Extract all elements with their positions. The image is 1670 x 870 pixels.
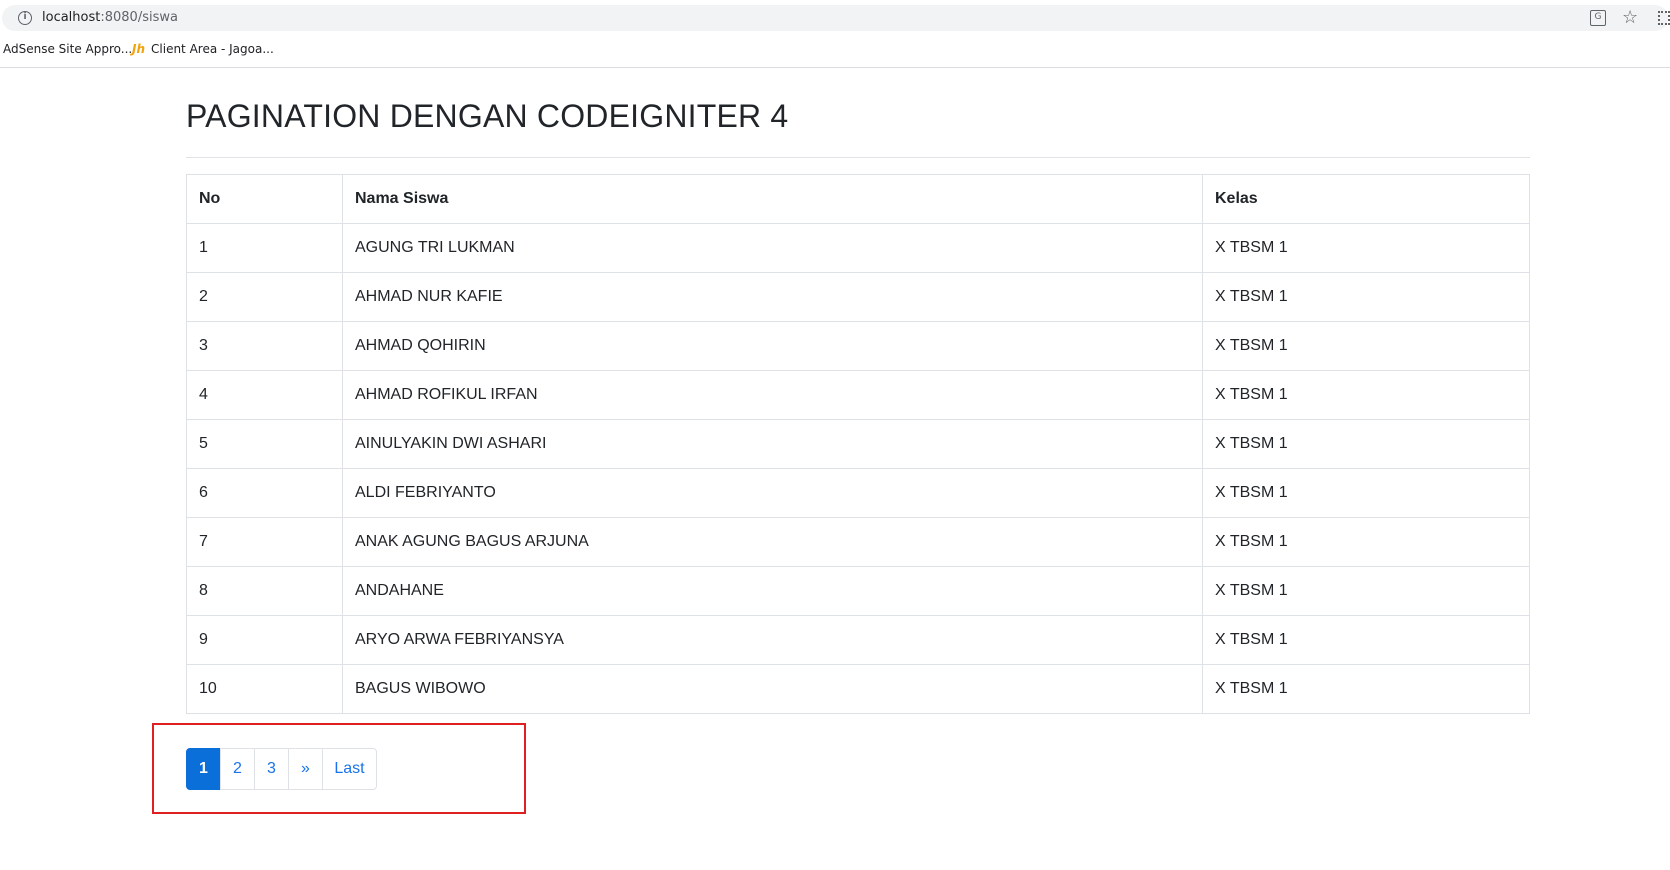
header-nama-siswa: Nama Siswa	[342, 174, 1203, 224]
cell-no: 1	[186, 223, 343, 273]
next-page-link[interactable]: »	[288, 748, 323, 790]
cell-nama-siswa: AHMAD NUR KAFIE	[342, 272, 1203, 322]
bookmark-label: AdSense Site Appro...	[3, 42, 133, 56]
jagoan-hosting-icon: Jh	[132, 42, 146, 56]
table-row: 10 BAGUS WIBOWO X TBSM 1	[186, 664, 1530, 714]
cell-nama-siswa: AHMAD ROFIKUL IRFAN	[342, 370, 1203, 420]
page-2-link[interactable]: 2	[220, 748, 255, 790]
last-page-link[interactable]: Last	[322, 748, 377, 790]
student-table: No Nama Siswa Kelas 1 AGUNG TRI LUKMAN X T…	[186, 174, 1530, 714]
pagination: 1 2 3 » Last	[186, 748, 377, 790]
url-path: :8080/siswa	[100, 10, 178, 25]
table-row: 1 AGUNG TRI LUKMAN X TBSM 1	[186, 223, 1530, 273]
cell-nama-siswa: AHMAD QOHIRIN	[342, 321, 1203, 371]
table-row: 7 ANAK AGUNG BAGUS ARJUNA X TBSM 1	[186, 517, 1530, 567]
page-container: PAGINATION DENGAN CODEIGNITER 4 No Nama …	[186, 68, 1530, 714]
bookmark-adsense[interactable]: AdSense Site Appro...	[3, 42, 132, 56]
cell-kelas: X TBSM 1	[1202, 419, 1530, 469]
table-row: 2 AHMAD NUR KAFIE X TBSM 1	[186, 272, 1530, 322]
cell-no: 7	[186, 517, 343, 567]
table-header-row: No Nama Siswa Kelas	[186, 174, 1530, 224]
cell-nama-siswa: ALDI FEBRIYANTO	[342, 468, 1203, 518]
page-title: PAGINATION DENGAN CODEIGNITER 4	[186, 98, 789, 134]
cell-no: 6	[186, 468, 343, 518]
cell-no: 2	[186, 272, 343, 322]
cell-no: 9	[186, 615, 343, 665]
header-no: No	[186, 174, 343, 224]
header-kelas: Kelas	[1202, 174, 1530, 224]
table-row: 4 AHMAD ROFIKUL IRFAN X TBSM 1	[186, 370, 1530, 420]
cell-nama-siswa: ANDAHANE	[342, 566, 1203, 616]
bookmark-client-area[interactable]: Jh Client Area - Jagoa...	[132, 42, 274, 56]
cell-nama-siswa: ARYO ARWA FEBRIYANSYA	[342, 615, 1203, 665]
table-row: 8 ANDAHANE X TBSM 1	[186, 566, 1530, 616]
cell-nama-siswa: AINULYAKIN DWI ASHARI	[342, 419, 1203, 469]
cell-kelas: X TBSM 1	[1202, 223, 1530, 273]
url-bar[interactable]: i localhost:8080/siswa G ☆	[2, 5, 1670, 31]
table-body: 1 AGUNG TRI LUKMAN X TBSM 1 2 AHMAD NUR KAFI…	[186, 223, 1530, 714]
browser-address-bar: i localhost:8080/siswa G ☆	[0, 0, 1670, 36]
url-text[interactable]: localhost:8080/siswa	[42, 10, 178, 25]
cell-no: 5	[186, 419, 343, 469]
table-row: 6 ALDI FEBRIYANTO X TBSM 1	[186, 468, 1530, 518]
page-1-link[interactable]: 1	[186, 748, 221, 790]
info-icon[interactable]: i	[18, 11, 32, 25]
cell-kelas: X TBSM 1	[1202, 664, 1530, 714]
bookmark-label: Client Area - Jagoa...	[151, 42, 274, 56]
cell-kelas: X TBSM 1	[1202, 370, 1530, 420]
cell-kelas: X TBSM 1	[1202, 272, 1530, 322]
cell-kelas: X TBSM 1	[1202, 517, 1530, 567]
table-row: 5 AINULYAKIN DWI ASHARI X TBSM 1	[186, 419, 1530, 469]
cell-no: 3	[186, 321, 343, 371]
table-row: 3 AHMAD QOHIRIN X TBSM 1	[186, 321, 1530, 371]
cell-kelas: X TBSM 1	[1202, 566, 1530, 616]
bookmarks-bar: AdSense Site Appro... Jh Client Area - Ja…	[0, 36, 1670, 68]
cell-nama-siswa: AGUNG TRI LUKMAN	[342, 223, 1203, 273]
cell-kelas: X TBSM 1	[1202, 615, 1530, 665]
url-host: localhost	[42, 10, 101, 25]
cell-kelas: X TBSM 1	[1202, 468, 1530, 518]
divider	[186, 157, 1530, 158]
star-icon[interactable]: ☆	[1622, 7, 1638, 28]
cell-nama-siswa: ANAK AGUNG BAGUS ARJUNA	[342, 517, 1203, 567]
translate-icon[interactable]: G	[1590, 10, 1606, 26]
cell-no: 4	[186, 370, 343, 420]
cell-nama-siswa: BAGUS WIBOWO	[342, 664, 1203, 714]
cell-kelas: X TBSM 1	[1202, 321, 1530, 371]
table-row: 9 ARYO ARWA FEBRIYANSYA X TBSM 1	[186, 615, 1530, 665]
page-3-link[interactable]: 3	[254, 748, 289, 790]
cell-no: 10	[186, 664, 343, 714]
qr-icon[interactable]	[1658, 11, 1670, 25]
cell-no: 8	[186, 566, 343, 616]
